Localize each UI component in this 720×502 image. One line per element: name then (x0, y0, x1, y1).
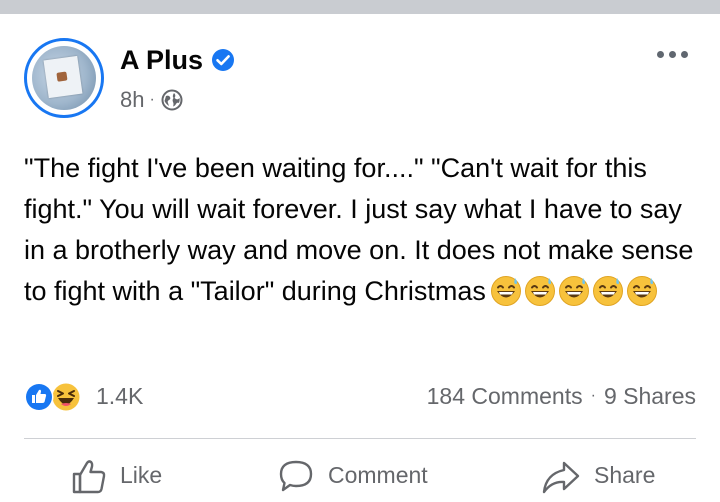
haha-reaction-icon (51, 382, 81, 412)
avatar-image (32, 46, 96, 110)
share-label: Share (594, 462, 656, 488)
more-dot (680, 50, 688, 58)
verified-badge-icon (211, 48, 235, 72)
grinning-sweat-emoji-icon (558, 276, 589, 306)
reaction-icons[interactable] (24, 378, 94, 414)
more-dot (656, 50, 664, 58)
grinning-sweat-emoji-icon (592, 276, 623, 306)
post-timestamp[interactable]: 8h (120, 87, 144, 113)
grinning-sweat-emoji-icon (490, 276, 521, 306)
divider (24, 438, 696, 439)
author-name[interactable]: A Plus (120, 45, 203, 76)
post-header: A Plus 8h · (24, 38, 696, 120)
like-reaction-icon (24, 382, 54, 412)
like-button[interactable]: Like (70, 458, 162, 502)
reaction-count[interactable]: 1.4K (96, 383, 143, 410)
more-dot (668, 50, 676, 58)
share-button[interactable]: Share (540, 458, 655, 502)
comment-button[interactable]: Comment (276, 458, 428, 502)
avatar-card-graphic (43, 55, 83, 99)
comments-count[interactable]: 184 Comments (427, 383, 583, 410)
avatar[interactable] (24, 38, 104, 118)
feed-separator-bar (0, 0, 720, 14)
engagement-separator: · (590, 387, 596, 404)
author-row: A Plus (120, 42, 235, 78)
comment-label: Comment (328, 462, 428, 488)
post-stats: 1.4K 184 Comments · 9 Shares (24, 378, 696, 414)
engagement-counts: 184 Comments · 9 Shares (427, 383, 696, 410)
post-body: "The fight I've been waiting for...." "C… (24, 148, 704, 312)
meta-separator: · (149, 91, 155, 108)
facebook-post: A Plus 8h · "The fight I've been waiting… (0, 0, 720, 502)
more-options-icon[interactable] (648, 42, 696, 66)
grinning-sweat-emoji-icon (626, 276, 657, 306)
shares-count[interactable]: 9 Shares (604, 383, 696, 410)
globe-icon[interactable] (161, 89, 183, 111)
thumbs-up-icon (72, 460, 106, 494)
post-meta: 8h · (120, 86, 183, 114)
share-arrow-icon (542, 461, 580, 494)
emoji-row (490, 275, 658, 307)
grinning-sweat-emoji-icon (524, 276, 555, 306)
speech-bubble-icon (279, 460, 313, 492)
like-label: Like (120, 462, 163, 488)
post-actions: Like Comment Share (24, 458, 696, 502)
